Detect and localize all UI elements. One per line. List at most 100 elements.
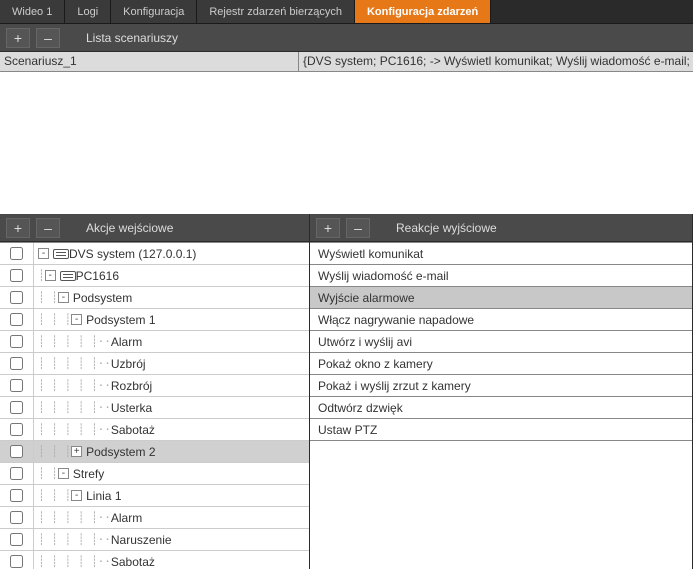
tree-checkbox-cell (0, 397, 34, 418)
add-scenario-button[interactable]: + (6, 28, 30, 48)
tree-content: ┊ - PC1616 (34, 269, 309, 283)
remove-reaction-button[interactable]: – (346, 218, 370, 238)
tab-1[interactable]: Logi (65, 0, 111, 23)
tree-node-label: Alarm (111, 335, 142, 349)
tree-row[interactable]: ┊ - PC1616 (0, 265, 309, 287)
tree-content: ┊ ┊ ┊ ┊ ┊·· Uzbrój (34, 357, 309, 371)
tree-row[interactable]: ┊ ┊ ┊ ┊ ┊·· Sabotaż (0, 419, 309, 441)
tree-row[interactable]: ┊ ┊ ┊ ┊ ┊·· Usterka (0, 397, 309, 419)
tree-checkbox[interactable] (10, 555, 23, 568)
tree-content: ┊ ┊ ┊ - Linia 1 (34, 489, 309, 503)
tree-guide: ┊ ┊ ┊ (38, 489, 71, 502)
tree-row[interactable]: ┊ ┊ ┊ ┊ ┊·· Naruszenie (0, 529, 309, 551)
tree-row[interactable]: ┊ ┊ ┊ ┊ ┊·· Sabotaż (0, 551, 309, 569)
tree-node-label: Alarm (111, 511, 142, 525)
main-tabs: Wideo 1LogiKonfiguracjaRejestr zdarzeń b… (0, 0, 693, 24)
tree-expander[interactable]: - (58, 468, 69, 479)
tree-checkbox[interactable] (10, 401, 23, 414)
reaction-row[interactable]: Ustaw PTZ (310, 419, 692, 441)
tree-checkbox[interactable] (10, 313, 23, 326)
tree-checkbox[interactable] (10, 533, 23, 546)
tree-content: ┊ ┊ ┊ ┊ ┊·· Sabotaż (34, 423, 309, 437)
device-icon (53, 249, 69, 259)
tree-checkbox[interactable] (10, 445, 23, 458)
tree-checkbox[interactable] (10, 335, 23, 348)
tree-content: ┊ ┊ ┊ ┊ ┊·· Rozbrój (34, 379, 309, 393)
tree-expander[interactable]: + (71, 446, 82, 457)
tab-3[interactable]: Rejestr zdarzeń bierzących (197, 0, 355, 23)
tree-checkbox[interactable] (10, 467, 23, 480)
reaction-row[interactable]: Wyjście alarmowe (310, 287, 692, 309)
tree-checkbox[interactable] (10, 379, 23, 392)
tree-row[interactable]: ┊ ┊ ┊ - Linia 1 (0, 485, 309, 507)
reaction-row[interactable]: Utwórz i wyślij avi (310, 331, 692, 353)
scenario-empty-area (0, 72, 693, 214)
input-actions-panel: + – Akcje wejściowe - DVS system (127.0.… (0, 214, 310, 569)
tree-node-label: Sabotaż (111, 555, 155, 569)
reaction-row[interactable]: Wyświetl komunikat (310, 243, 692, 265)
tree-checkbox[interactable] (10, 357, 23, 370)
reaction-row[interactable]: Wyślij wiadomość e-mail (310, 265, 692, 287)
add-input-action-button[interactable]: + (6, 218, 30, 238)
tree-guide: ┊ ┊ (38, 467, 58, 480)
tree-checkbox[interactable] (10, 291, 23, 304)
tree-guide: ┊ ┊ (38, 291, 58, 304)
reaction-row[interactable]: Pokaż i wyślij zrzut z kamery (310, 375, 692, 397)
tree-node-label: Sabotaż (111, 423, 155, 437)
tree-row[interactable]: ┊ ┊ ┊ ┊ ┊·· Alarm (0, 331, 309, 353)
tab-2[interactable]: Konfiguracja (111, 0, 197, 23)
scenario-desc-cell: {DVS system; PC1616; -> Wyświetl komunik… (299, 52, 693, 71)
tree-expander[interactable]: - (38, 248, 49, 259)
remove-input-action-button[interactable]: – (36, 218, 60, 238)
tree-row[interactable]: ┊ ┊ - Podsystem (0, 287, 309, 309)
tree-expander[interactable]: - (71, 314, 82, 325)
tree-guide: ┊ ┊ ┊ (38, 445, 71, 458)
scenario-list-header: + – Lista scenariuszy (0, 24, 693, 52)
tree-checkbox[interactable] (10, 489, 23, 502)
tree-row[interactable]: ┊ ┊ ┊ ┊ ┊·· Alarm (0, 507, 309, 529)
tree-content: ┊ ┊ ┊ ┊ ┊·· Alarm (34, 335, 309, 349)
tree-node-label: Linia 1 (86, 489, 121, 503)
reaction-row[interactable]: Pokaż okno z kamery (310, 353, 692, 375)
add-reaction-button[interactable]: + (316, 218, 340, 238)
tree-expander[interactable]: - (45, 270, 56, 281)
reaction-row[interactable]: Odtwórz dzwięk (310, 397, 692, 419)
remove-scenario-button[interactable]: – (36, 28, 60, 48)
tree-guide: ┊ ┊ ┊ ┊ ┊·· (38, 379, 111, 392)
tree-row[interactable]: ┊ ┊ - Strefy (0, 463, 309, 485)
tab-4[interactable]: Konfiguracja zdarzeń (355, 0, 491, 23)
tree-checkbox[interactable] (10, 511, 23, 524)
tree-guide: ┊ ┊ ┊ ┊ ┊·· (38, 423, 111, 436)
tree-row[interactable]: ┊ ┊ ┊ ┊ ┊·· Uzbrój (0, 353, 309, 375)
tree-guide: ┊ ┊ ┊ ┊ ┊·· (38, 335, 111, 348)
tree-content: - DVS system (127.0.0.1) (34, 247, 309, 261)
tree-checkbox[interactable] (10, 423, 23, 436)
scenario-row[interactable]: Scenariusz_1 {DVS system; PC1616; -> Wyś… (0, 52, 693, 72)
tree-row[interactable]: - DVS system (127.0.0.1) (0, 243, 309, 265)
tree-checkbox[interactable] (10, 247, 23, 260)
scenario-name-cell[interactable]: Scenariusz_1 (0, 52, 299, 71)
tree-checkbox-cell (0, 441, 34, 462)
tree-node-label: Naruszenie (111, 533, 172, 547)
output-reactions-title: Reakcje wyjściowe (396, 221, 497, 235)
tree-expander[interactable]: - (71, 490, 82, 501)
tree-checkbox-cell (0, 551, 34, 569)
tree-row[interactable]: ┊ ┊ ┊ ┊ ┊·· Rozbrój (0, 375, 309, 397)
tree-guide: ┊ (38, 269, 45, 282)
tree-checkbox[interactable] (10, 269, 23, 282)
tree-content: ┊ ┊ ┊ ┊ ┊·· Alarm (34, 511, 309, 525)
tree-content: ┊ ┊ - Strefy (34, 467, 309, 481)
tree-node-label: Podsystem (73, 291, 132, 305)
tree-row[interactable]: ┊ ┊ ┊ + Podsystem 2 (0, 441, 309, 463)
tree-expander[interactable]: - (58, 292, 69, 303)
tree-checkbox-cell (0, 331, 34, 352)
tree-content: ┊ ┊ ┊ + Podsystem 2 (34, 445, 309, 459)
tab-0[interactable]: Wideo 1 (0, 0, 65, 23)
reaction-row[interactable]: Włącz nagrywanie napadowe (310, 309, 692, 331)
tree-guide: ┊ ┊ ┊ ┊ ┊·· (38, 533, 111, 546)
tree-checkbox-cell (0, 485, 34, 506)
tree-node-label: PC1616 (76, 269, 119, 283)
tree-row[interactable]: ┊ ┊ ┊ - Podsystem 1 (0, 309, 309, 331)
tree-checkbox-cell (0, 463, 34, 484)
tree-checkbox-cell (0, 265, 34, 286)
